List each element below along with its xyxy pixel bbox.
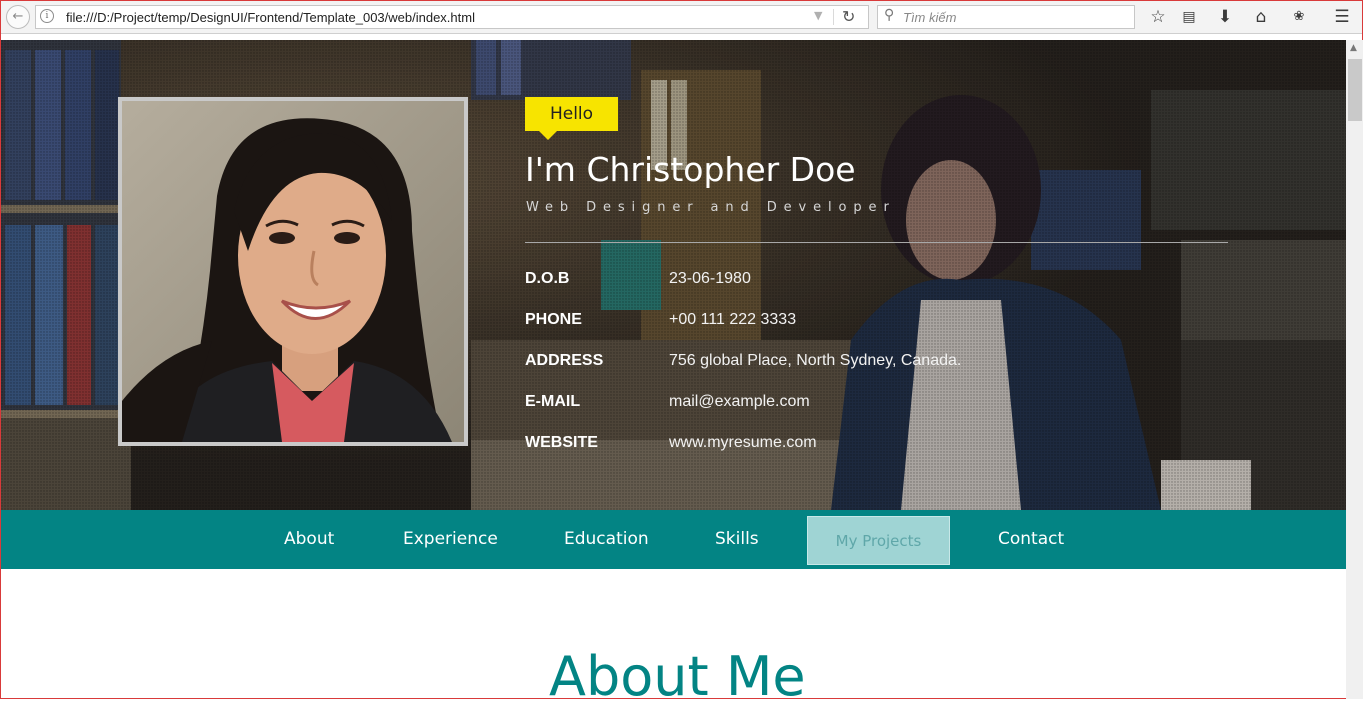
profile-role: Web Designer and Developer (526, 200, 896, 215)
hello-tag: Hello (525, 97, 618, 140)
url-text: file:///D:/Project/temp/DesignUI/Fronten… (66, 10, 475, 25)
reader-list-icon[interactable]: ▤ (1177, 5, 1201, 29)
email-value[interactable]: mail@example.com (669, 393, 810, 411)
dob-value: 23-06-1980 (669, 270, 751, 287)
about-heading: About Me (549, 645, 806, 708)
nav-about[interactable]: About (284, 510, 334, 569)
dropdown-icon[interactable]: ▼ (814, 9, 822, 22)
nav-education[interactable]: Education (564, 510, 649, 569)
url-separator (833, 9, 834, 25)
profile-photo-frame (118, 97, 468, 446)
search-input[interactable]: Tìm kiếm (903, 10, 956, 25)
download-icon[interactable]: ⬇ (1213, 5, 1237, 29)
bookmark-star-icon[interactable]: ☆ (1146, 5, 1170, 29)
address-value: 756 global Place, North Sydney, Canada. (669, 352, 962, 369)
home-icon[interactable]: ⌂ (1249, 5, 1273, 29)
nav-contact[interactable]: Contact (998, 510, 1064, 569)
address-label: ADDRESS (525, 352, 604, 369)
reload-icon[interactable]: ↻ (842, 7, 855, 26)
nav-experience[interactable]: Experience (403, 510, 498, 569)
main-nav: About Experience Education Skills My Pro… (1, 510, 1346, 569)
profile-photo (122, 101, 464, 442)
website-label: WEBSITE (525, 434, 598, 451)
hamburger-menu-icon[interactable]: ☰ (1330, 5, 1354, 29)
info-icon[interactable]: i (40, 9, 54, 23)
url-bar[interactable]: i file:///D:/Project/temp/DesignUI/Front… (35, 5, 869, 29)
search-bar[interactable]: ⚲ Tìm kiếm (877, 5, 1135, 29)
email-label: E-MAIL (525, 393, 581, 410)
browser-toolbar: ← i file:///D:/Project/temp/DesignUI/Fro… (1, 1, 1362, 34)
scroll-up-icon[interactable]: ▲ (1350, 43, 1357, 53)
website-value[interactable]: www.myresume.com (669, 434, 817, 452)
divider (525, 242, 1228, 243)
nav-my-projects[interactable]: My Projects (807, 516, 950, 565)
phone-label: PHONE (525, 311, 582, 328)
scrollbar[interactable] (1346, 40, 1363, 699)
search-icon: ⚲ (884, 7, 895, 23)
dob-label: D.O.B (525, 270, 570, 287)
back-icon[interactable]: ← (6, 5, 30, 29)
scrollbar-thumb[interactable] (1348, 59, 1362, 121)
nav-skills[interactable]: Skills (715, 510, 759, 569)
hero-section: Hello I'm Christopher Doe Web Designer a… (1, 40, 1346, 510)
phone-value: +00 111 222 3333 (669, 311, 797, 328)
profile-name: I'm Christopher Doe (525, 150, 856, 189)
addon-icon[interactable]: ❀ (1287, 5, 1311, 29)
